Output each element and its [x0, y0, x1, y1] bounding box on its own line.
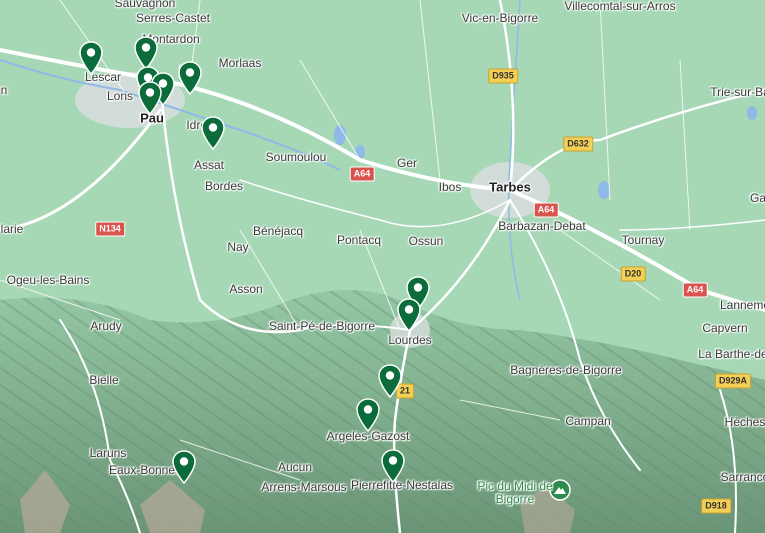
road-shield: A64 [533, 202, 559, 218]
peak-label[interactable]: Pic du Midi de Bigorre [470, 480, 560, 506]
place-label[interactable]: Assat [194, 158, 224, 172]
place-label[interactable]: Ibos [439, 180, 462, 194]
map-pin-icon[interactable] [134, 36, 158, 70]
map-pin-icon[interactable] [178, 61, 202, 95]
place-label[interactable]: Tournay [622, 233, 665, 247]
place-label[interactable]: Hèches [725, 415, 765, 429]
place-label[interactable]: Serres-Castet [136, 11, 210, 25]
place-label[interactable]: Ossun [409, 234, 444, 248]
place-label[interactable]: n [1, 83, 8, 97]
map-pin-icon[interactable] [356, 398, 380, 432]
place-label[interactable]: Campan [565, 414, 610, 428]
place-label[interactable]: La Barthe-de- [698, 347, 765, 361]
place-label[interactable]: Ger [397, 156, 417, 170]
place-label[interactable]: larie [1, 222, 24, 236]
place-label[interactable]: Villecomtal-sur-Arros [564, 0, 675, 13]
place-label[interactable]: Saint-Pé-de-Bigorre [269, 319, 375, 333]
road-shield: D20 [620, 266, 646, 282]
road-shield: N134 [95, 221, 125, 237]
map-pin-icon[interactable] [201, 116, 225, 150]
road-shield: A64 [349, 166, 375, 182]
map-pin-icon[interactable] [397, 298, 421, 332]
road-shield: A64 [682, 282, 708, 298]
road-shield: D632 [563, 136, 593, 152]
road-shield: D918 [701, 498, 731, 514]
place-label[interactable]: Bordes [205, 179, 243, 193]
map-canvas[interactable]: Sauvagnon Serres-Castet Montardon Morlaas Le… [0, 0, 765, 533]
place-label[interactable]: Ga [750, 191, 765, 205]
place-label[interactable]: Morlaas [219, 56, 262, 70]
place-label[interactable]: Ogeu-les-Bains [7, 273, 90, 287]
place-label[interactable]: Lons [107, 89, 133, 103]
place-label[interactable]: Arudy [90, 319, 121, 333]
place-label[interactable]: Asson [229, 282, 262, 296]
place-label[interactable]: Bagnères-de-Bigorre [510, 363, 621, 377]
place-label[interactable]: Barbazan-Debat [498, 219, 585, 233]
place-label[interactable]: Bielle [89, 373, 118, 387]
place-label[interactable]: Eaux-Bonnes [109, 463, 181, 477]
place-label[interactable]: Arrens-Marsous [261, 480, 346, 494]
place-label[interactable]: Pontacq [337, 233, 381, 247]
place-label[interactable]: Trie-sur-Ba [710, 85, 765, 99]
map-pin-icon[interactable] [172, 450, 196, 484]
road-shield: D935 [488, 68, 518, 84]
place-label[interactable]: Vic-en-Bigorre [462, 11, 538, 25]
place-label[interactable]: Sarranco [721, 470, 765, 484]
map-pin-icon[interactable] [138, 81, 162, 115]
place-label[interactable]: Lourdes [388, 333, 431, 347]
map-pin-icon[interactable] [378, 364, 402, 398]
map-pin-icon[interactable] [79, 41, 103, 75]
road-shield: D929A [714, 373, 752, 389]
place-label[interactable]: Tarbes [489, 180, 531, 195]
place-label[interactable]: Laruns [90, 446, 127, 460]
place-label[interactable]: Aucun [278, 460, 312, 474]
place-label[interactable]: Sauvagnon [115, 0, 176, 10]
place-label[interactable]: Lanneme [720, 298, 765, 312]
place-label[interactable]: Capvern [702, 321, 747, 335]
map-pin-icon[interactable] [381, 449, 405, 483]
place-label[interactable]: Bénéjacq [253, 224, 303, 238]
place-label[interactable]: Soumoulou [266, 150, 327, 164]
place-label[interactable]: Nay [227, 240, 248, 254]
